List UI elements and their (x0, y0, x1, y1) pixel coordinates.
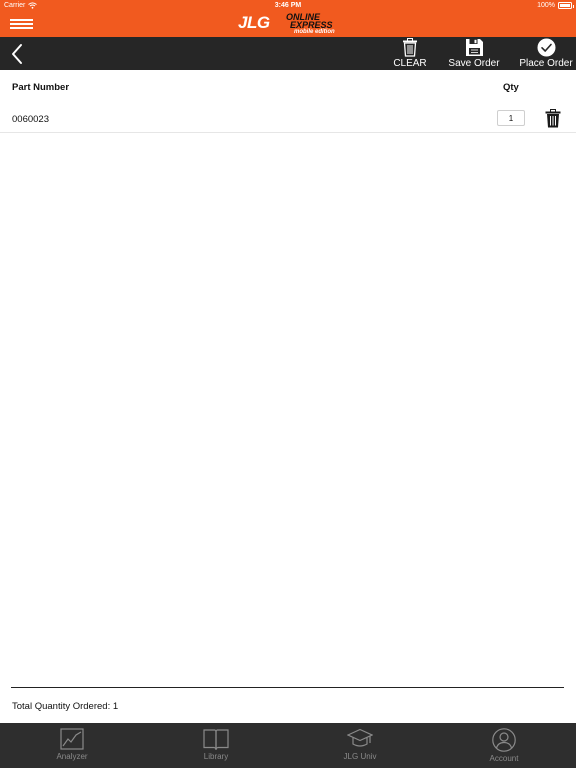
place-order-label: Place Order (519, 58, 573, 69)
clear-label: CLEAR (393, 58, 427, 69)
hamburger-icon (10, 19, 33, 21)
place-order-button[interactable]: Place Order (518, 38, 574, 70)
status-time: 3:46 PM (274, 2, 302, 9)
tab-library-label: Library (203, 752, 229, 761)
battery-percent: 100% (537, 2, 555, 9)
delete-row-button[interactable] (545, 109, 561, 128)
app-header: Carrier 3:46 PM 100% JLG ONLINE EXPRESS … (0, 0, 576, 37)
logo-brand: JLG (238, 13, 270, 32)
tab-library[interactable]: Library (144, 723, 288, 768)
tab-jlg-univ-label: JLG Univ (343, 752, 377, 761)
logo-line-edition: mobile edition (294, 29, 335, 35)
tab-analyzer[interactable]: Analyzer (0, 723, 144, 768)
tab-jlg-univ[interactable]: JLG Univ (288, 723, 432, 768)
tab-account[interactable]: Account (432, 723, 576, 768)
chevron-left-icon (12, 44, 22, 64)
clear-button[interactable]: CLEAR (392, 38, 428, 70)
total-quantity-text: Total Quantity Ordered: 1 (12, 701, 119, 712)
bottom-tab-bar: Analyzer Library JLG Univ Account (0, 723, 576, 768)
tab-account-label: Account (489, 754, 519, 763)
trash-icon (403, 38, 417, 57)
book-icon (203, 729, 229, 750)
tab-analyzer-label: Analyzer (56, 752, 88, 761)
save-order-button[interactable]: Save Order (447, 38, 501, 70)
chart-icon (60, 728, 84, 750)
hamburger-icon-bar (10, 23, 33, 25)
column-header-qty: Qty (503, 82, 519, 93)
save-order-label: Save Order (448, 58, 500, 69)
checkmark-circle-icon (537, 38, 555, 57)
battery-icon (558, 2, 574, 9)
status-bar: Carrier 3:46 PM 100% (0, 0, 576, 12)
hamburger-icon-bar (10, 27, 33, 29)
graduation-cap-icon (347, 728, 373, 747)
trash-icon (545, 109, 561, 128)
back-button[interactable] (8, 42, 26, 66)
order-toolbar: CLEAR Save Order Place Order (0, 37, 576, 70)
summary-divider (11, 687, 564, 688)
menu-button[interactable] (10, 19, 33, 29)
column-header-part-number: Part Number (12, 82, 70, 93)
battery-indicator: 100% (537, 2, 574, 9)
user-icon (492, 728, 516, 752)
jlg-logo: JLG ONLINE EXPRESS mobile edition (238, 12, 348, 36)
part-number-cell: 0060023 (12, 114, 49, 125)
floppy-disk-icon (465, 39, 483, 56)
table-row: 0060023 (0, 104, 576, 133)
quantity-input[interactable] (497, 110, 525, 126)
